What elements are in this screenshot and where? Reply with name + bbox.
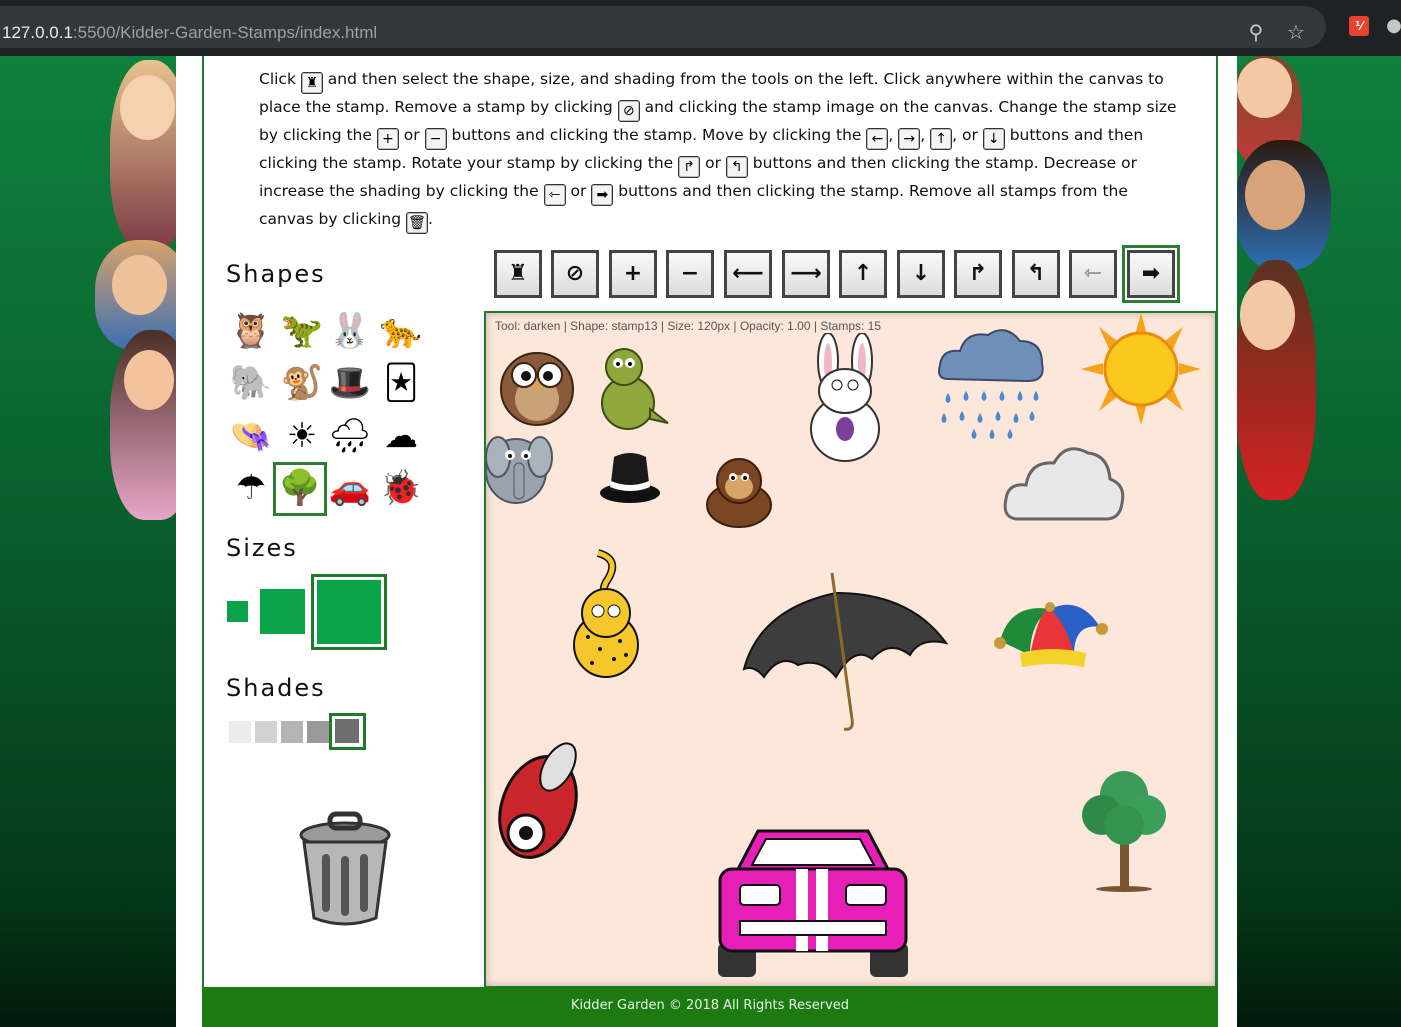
canvas-status: Tool: darken | Shape: stamp13 | Size: 12…	[495, 319, 882, 333]
shade-3[interactable]	[281, 721, 303, 743]
stamp-elephant[interactable]	[486, 427, 558, 507]
shade-2[interactable]	[255, 721, 277, 743]
stamp-ladybug[interactable]	[496, 737, 586, 867]
shape-monkey[interactable]: 🐒	[279, 360, 325, 406]
shape-sun[interactable]: ☀	[279, 413, 325, 459]
shape-cloud[interactable]: ☁	[378, 413, 424, 459]
url-host: 127.0.0.1	[2, 23, 73, 42]
instructions-text: or	[565, 182, 592, 200]
trash-can-button[interactable]	[292, 810, 398, 928]
shapes-heading: Shapes	[226, 260, 326, 288]
stamp-umbrella[interactable]	[740, 569, 950, 733]
url-text[interactable]: 127.0.0.1:5500/Kidder-Garden-Stamps/inde…	[2, 23, 377, 43]
shape-dinosaur[interactable]: 🦖	[279, 308, 325, 354]
shape-bowler-hat[interactable]: 👒	[228, 413, 274, 459]
shade-1[interactable]	[229, 721, 251, 743]
rotate-right-icon: ↱	[678, 156, 701, 178]
instructions-text: buttons and clicking the stamp. Move by …	[446, 126, 862, 144]
shape-bunny[interactable]: 🐰	[327, 308, 373, 354]
instructions-text: ,	[920, 126, 926, 144]
trash-icon: 🗑	[406, 212, 428, 234]
stamp-icon: ♜	[300, 72, 323, 94]
arrow-up-icon: ↑	[930, 128, 953, 150]
extension-icon[interactable]: ⅟	[1349, 16, 1369, 36]
shape-tree[interactable]: 🌳	[273, 462, 327, 516]
shades-heading: Shades	[226, 674, 326, 702]
instructions-text: or	[700, 154, 726, 172]
url-path: :5500/Kidder-Garden-Stamps/index.html	[72, 23, 378, 42]
darken-icon: ➡	[591, 184, 614, 206]
profile-icon[interactable]: ●	[1384, 16, 1401, 36]
instructions-text: .	[428, 210, 433, 228]
darken-button[interactable]: ➡	[1122, 245, 1180, 303]
minus-icon: −	[424, 128, 447, 150]
shape-car[interactable]: 🚗	[327, 465, 373, 511]
lighten-button[interactable]: ⇽	[1069, 250, 1117, 298]
stamp-monkey[interactable]	[694, 455, 784, 529]
rotate-right-button[interactable]: ↱	[954, 250, 1002, 298]
stamp-canvas[interactable]: Tool: darken | Shape: stamp13 | Size: 12…	[484, 311, 1217, 988]
stamp-tool-button[interactable]: ♜	[494, 250, 542, 298]
lighten-icon: ⇽	[543, 184, 566, 206]
arrow-right-icon: →	[898, 128, 921, 150]
move-up-button[interactable]: ↑	[839, 250, 887, 298]
address-bar[interactable]: 127.0.0.1:5500/Kidder-Garden-Stamps/inde…	[0, 6, 1326, 48]
instructions: Click ♜ and then select the shape, size,…	[259, 66, 1179, 234]
shape-jester-hat[interactable]: 🃏	[378, 360, 424, 406]
rotate-left-icon: ↰	[725, 156, 748, 178]
size-small[interactable]	[227, 601, 248, 622]
bookmark-star-icon[interactable]: ☆	[1284, 20, 1308, 44]
shape-umbrella[interactable]: ☂	[228, 465, 274, 511]
shape-elephant[interactable]: 🐘	[228, 360, 274, 406]
size-medium[interactable]	[260, 589, 305, 634]
stamp-sun[interactable]	[1081, 313, 1201, 425]
remove-tool-button[interactable]: ⊘	[551, 250, 599, 298]
size-large[interactable]	[317, 580, 381, 644]
stamp-top-hat[interactable]	[598, 447, 662, 507]
plus-icon: +	[376, 128, 399, 150]
stamp-cloud[interactable]	[1002, 439, 1128, 525]
stamp-jester-hat[interactable]	[990, 593, 1114, 671]
remove-icon: ⊘	[617, 100, 640, 122]
stamp-car[interactable]	[710, 825, 916, 979]
arrow-left-icon: ←	[866, 128, 889, 150]
shape-leopard[interactable]: 🐆	[378, 308, 424, 354]
instructions-text: Click	[259, 70, 296, 88]
stamp-owl[interactable]	[496, 341, 578, 427]
footer: Kidder Garden © 2018 All Rights Reserved	[202, 987, 1218, 1027]
stamp-leopard[interactable]	[568, 549, 644, 681]
instructions-text: , or	[952, 126, 983, 144]
move-right-button[interactable]: ⟶	[782, 250, 830, 298]
stamp-bunny[interactable]	[800, 333, 890, 463]
arrow-down-icon: ↓	[982, 128, 1005, 150]
shade-5[interactable]	[335, 719, 359, 743]
instructions-text: or	[398, 126, 425, 144]
grow-tool-button[interactable]: +	[609, 250, 657, 298]
rotate-left-button[interactable]: ↰	[1012, 250, 1060, 298]
browser-chrome: 127.0.0.1:5500/Kidder-Garden-Stamps/inde…	[0, 0, 1401, 56]
shape-owl[interactable]: 🦉	[228, 308, 274, 354]
shape-top-hat[interactable]: 🎩	[327, 360, 373, 406]
shape-rain-cloud[interactable]: 🌧	[327, 413, 373, 459]
sizes-heading: Sizes	[226, 534, 298, 562]
stamp-tree[interactable]	[1076, 765, 1172, 893]
stamp-dinosaur[interactable]	[594, 345, 670, 433]
move-down-button[interactable]: ↓	[897, 250, 945, 298]
shrink-tool-button[interactable]: −	[666, 250, 714, 298]
move-left-button[interactable]: ⟵	[724, 250, 772, 298]
shape-ladybug[interactable]: 🐞	[378, 465, 424, 511]
zoom-icon[interactable]: ⚲	[1244, 20, 1268, 44]
shade-4[interactable]	[307, 721, 329, 743]
instructions-text: ,	[888, 126, 894, 144]
stamp-rain-cloud[interactable]	[932, 319, 1052, 441]
